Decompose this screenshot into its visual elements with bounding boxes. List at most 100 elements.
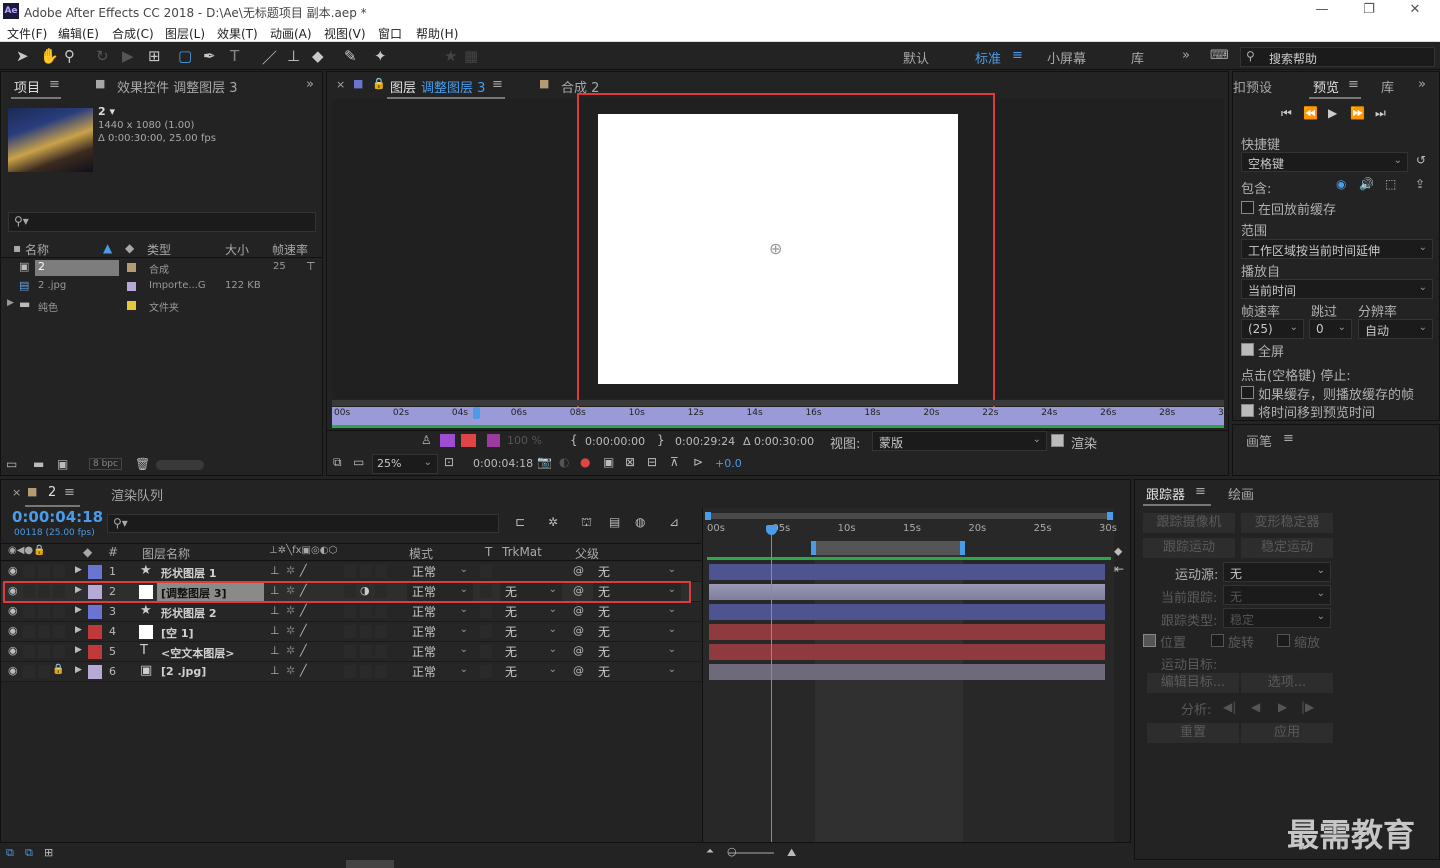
parent-select[interactable]: 无 ⌄: [593, 602, 681, 621]
list-item[interactable]: ▶ ▬ 纯色 文件夹: [1, 297, 322, 315]
zoom-tool-icon[interactable]: ⚲: [64, 47, 75, 65]
expand-arrow-icon[interactable]: ▶: [75, 565, 82, 575]
adjustment-switch[interactable]: [360, 665, 372, 678]
col-mode[interactable]: 模式: [409, 545, 433, 562]
solo-toggle[interactable]: [38, 625, 50, 638]
tab-preview[interactable]: 预览: [1313, 77, 1339, 96]
mode-select[interactable]: 正常 ⌄: [407, 622, 473, 641]
brushes-menu-icon[interactable]: ≡: [1283, 431, 1294, 446]
tab-paint[interactable]: 绘画: [1228, 484, 1254, 503]
region-of-interest-icon[interactable]: ⊡: [444, 455, 454, 469]
workspace-default[interactable]: 默认: [903, 48, 929, 67]
close-icon[interactable]: ✕: [1405, 2, 1425, 17]
layer-name[interactable]: 形状图层 2: [161, 605, 216, 621]
adjustment-switch[interactable]: [360, 565, 372, 578]
menu-file[interactable]: 文件(F): [7, 25, 47, 42]
track-camera-button[interactable]: 跟踪摄像机: [1143, 513, 1235, 533]
label-swatch[interactable]: [88, 605, 102, 619]
layer-name[interactable]: 形状图层 1: [161, 565, 216, 581]
color-channels-icon[interactable]: ●: [580, 455, 590, 469]
in-point-time[interactable]: 0:00:00:00: [585, 435, 645, 448]
col-parent[interactable]: 父级: [575, 545, 599, 562]
layer-time-ruler[interactable]: 00s 02s 04s 06s 08s 10s 12s 14s 16s 18s 20s 22s 24s 2…: [332, 407, 1234, 425]
help-search-input[interactable]: ⚲ 搜索帮助: [1240, 47, 1435, 67]
play-from-select[interactable]: 当前时间 ⌄: [1241, 279, 1433, 299]
skip-select[interactable]: 0 ⌄: [1309, 319, 1352, 339]
frame-blend-switch[interactable]: [344, 645, 356, 658]
parent-select[interactable]: 无 ⌄: [593, 642, 681, 661]
playhead-marker[interactable]: [473, 407, 480, 419]
close-tab-icon[interactable]: ×: [12, 486, 21, 499]
pan-behind-tool-icon[interactable]: ⊞: [148, 47, 161, 65]
analyze-forward-frame-icon[interactable]: |▶: [1301, 700, 1314, 714]
restore-icon[interactable]: ❐: [1359, 2, 1379, 17]
onion-skin-icon[interactable]: [440, 434, 455, 447]
project-menu-icon[interactable]: ≡: [49, 77, 60, 92]
selection-tool-icon[interactable]: ➤: [16, 47, 29, 65]
parent-pickwhip-icon[interactable]: @: [573, 644, 584, 657]
menu-effect[interactable]: 效果(T): [217, 25, 258, 42]
quality-switch-icon[interactable]: ╱: [300, 564, 307, 577]
tab-layer-prefix[interactable]: 图层: [390, 77, 416, 96]
comp-mini-flowchart-icon[interactable]: ⊏: [515, 515, 525, 529]
previous-frame-icon[interactable]: ⏪: [1303, 106, 1318, 120]
col-size[interactable]: 大小: [225, 241, 249, 258]
play-cached-checkbox[interactable]: [1241, 386, 1254, 399]
timeline-menu-icon[interactable]: ≡: [64, 485, 75, 500]
workspace-more-icon[interactable]: »: [1182, 48, 1190, 63]
tab-tracker[interactable]: 跟踪器: [1146, 484, 1185, 503]
label-swatch[interactable]: [88, 645, 102, 659]
render-checkbox[interactable]: [1051, 434, 1064, 447]
horizontal-scrollbar[interactable]: [346, 860, 394, 868]
play-icon[interactable]: ▶: [1328, 106, 1337, 120]
mode-select[interactable]: 正常 ⌄: [407, 562, 473, 581]
shy-switch-icon[interactable]: ⊥: [270, 604, 280, 617]
project-search-input[interactable]: ⚲▾: [8, 212, 316, 232]
quality-switch-icon[interactable]: ╱: [300, 644, 307, 657]
tracker-menu-icon[interactable]: ≡: [1195, 484, 1206, 499]
adjustment-switch[interactable]: [360, 645, 372, 658]
tab-library[interactable]: 库: [1381, 77, 1394, 96]
puppet-pin-tool-icon[interactable]: ✦: [374, 47, 387, 65]
tab-render-queue[interactable]: 渲染队列: [111, 485, 163, 504]
position-checkbox[interactable]: [1143, 634, 1156, 647]
comp-button-icon[interactable]: ⇤: [1114, 562, 1124, 576]
mask-view-icon[interactable]: ▣: [603, 455, 614, 469]
parent-pickwhip-icon[interactable]: @: [573, 564, 584, 577]
range-select[interactable]: 工作区域按当前时间延伸 ⌄: [1241, 239, 1433, 259]
lock-icon[interactable]: 🔒: [52, 664, 64, 675]
collapse-switch-icon[interactable]: ✲: [286, 564, 295, 577]
motion-path-icon[interactable]: [461, 434, 476, 447]
first-frame-icon[interactable]: ⏮: [1281, 106, 1292, 121]
graph-editor-icon[interactable]: ⊿: [669, 515, 679, 529]
layer-row[interactable]: ◉ ▶ 5 T <空文本图层> ⊥ ✲ ╱ 正常 ⌄ 无 ⌄ @ 无 ⌄: [1, 642, 701, 662]
layer-duration-bar[interactable]: [709, 564, 1105, 580]
frame-blend-switch[interactable]: [344, 565, 356, 578]
layer-duration-bar[interactable]: [709, 584, 1105, 600]
layer-name[interactable]: [2 .jpg]: [161, 665, 206, 678]
tab-layer-name[interactable]: 调整图层 3: [421, 77, 485, 96]
magnification-select[interactable]: 25% ⌄: [372, 454, 438, 474]
audio-toggle[interactable]: [23, 665, 35, 678]
visibility-eye-icon[interactable]: ◉: [8, 564, 18, 577]
move-time-checkbox[interactable]: [1241, 404, 1254, 417]
adjustment-switch[interactable]: [360, 605, 372, 618]
solo-toggle[interactable]: [38, 665, 50, 678]
panel-overflow-icon[interactable]: »: [306, 77, 314, 92]
motion-blur-icon[interactable]: ◍: [635, 515, 645, 529]
tab-project[interactable]: 项目: [14, 77, 40, 96]
lock-toggle[interactable]: [53, 565, 65, 578]
transparency-grid-icon[interactable]: ⊠: [625, 455, 635, 469]
collapse-switch-icon[interactable]: ✲: [286, 624, 295, 637]
lock-icon[interactable]: 🔒: [372, 77, 386, 90]
preserve-transparency-toggle[interactable]: [480, 645, 492, 658]
sync-settings-icon[interactable]: ⌨: [1210, 48, 1229, 63]
trkmat-select[interactable]: 无 ⌄: [500, 602, 562, 621]
layer-duration-bar[interactable]: [709, 624, 1105, 640]
collapse-switch-icon[interactable]: ✲: [286, 644, 295, 657]
3d-layer-switch[interactable]: [375, 605, 387, 618]
track-motion-button[interactable]: 跟踪运动: [1143, 538, 1235, 558]
brush-tool-icon[interactable]: ／: [262, 47, 277, 68]
expand-arrow-icon[interactable]: ▶: [75, 605, 82, 615]
apply-button[interactable]: 应用: [1241, 723, 1333, 743]
